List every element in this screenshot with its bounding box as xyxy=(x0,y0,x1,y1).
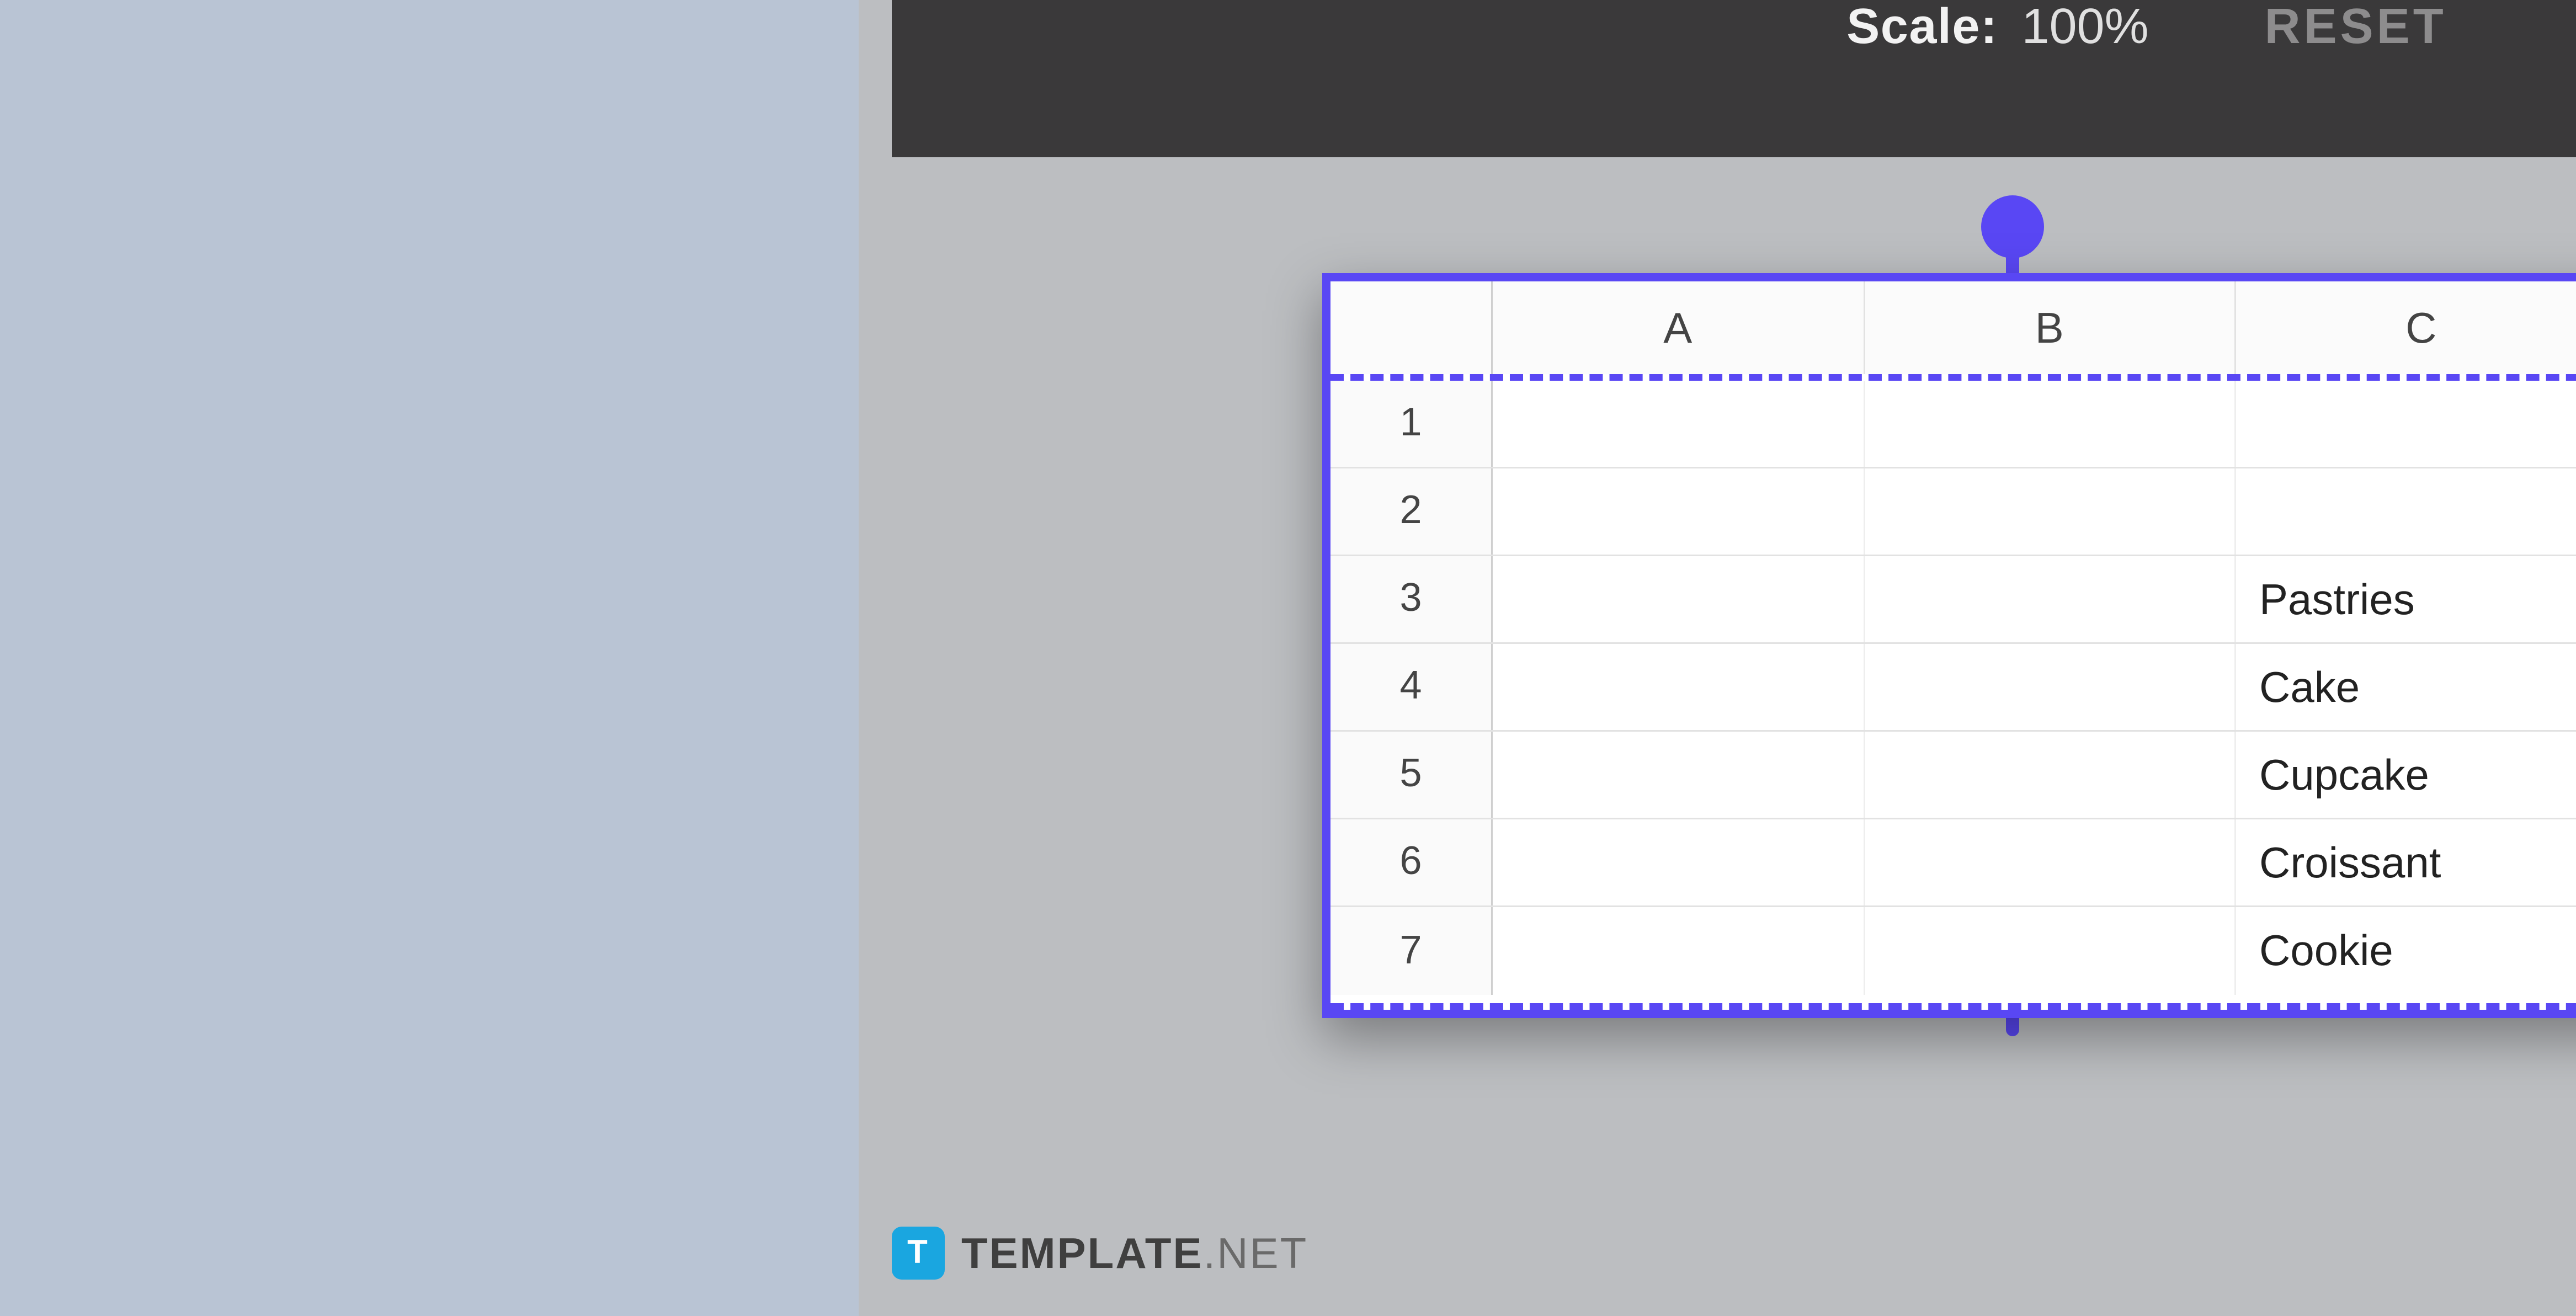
row-header[interactable]: 2 xyxy=(1330,468,1493,555)
cell-C7[interactable]: Cookie xyxy=(2236,907,2576,995)
table-row: 7 Cookie 1.5 xyxy=(1330,907,2576,995)
reset-button[interactable]: RESET xyxy=(2265,0,2447,56)
table-row: 2 xyxy=(1330,468,2576,556)
cell-C2[interactable] xyxy=(2236,468,2576,555)
cell-C6[interactable]: Croissant xyxy=(2236,819,2576,905)
spreadsheet[interactable]: A B C D 1 2 3 xyxy=(1322,273,2576,1018)
grid-body: 1 2 3 Pastries Price 4 xyxy=(1330,381,2576,995)
table-row: 6 Croissant 2 xyxy=(1330,819,2576,907)
scale-indicator: Scale: 100% xyxy=(1846,0,2148,56)
row-header[interactable]: 4 xyxy=(1330,644,1493,730)
table-row: 1 xyxy=(1330,381,2576,468)
row-header[interactable]: 7 xyxy=(1330,907,1493,995)
cell-A1[interactable] xyxy=(1493,381,1865,467)
column-split-handle[interactable] xyxy=(1981,195,2047,281)
watermark-badge-icon: T xyxy=(892,1227,945,1280)
row-header[interactable]: 3 xyxy=(1330,556,1493,642)
table-row: 4 Cake 1.3 xyxy=(1330,644,2576,732)
scale-value: 100% xyxy=(2021,0,2148,55)
cell-B7[interactable] xyxy=(1865,907,2237,995)
cell-C4[interactable]: Cake xyxy=(2236,644,2576,730)
cell-C5[interactable]: Cupcake xyxy=(2236,732,2576,818)
column-header-C[interactable]: C xyxy=(2236,281,2576,374)
cell-B2[interactable] xyxy=(1865,468,2237,555)
cell-C1[interactable] xyxy=(2236,381,2576,467)
watermark-bold: TEMPLATE xyxy=(961,1228,1204,1277)
watermark-light: .NET xyxy=(1204,1228,1308,1277)
column-header-row: A B C D xyxy=(1330,281,2576,381)
table-row: 3 Pastries Price xyxy=(1330,556,2576,644)
selection-border-bottom xyxy=(1330,1003,2576,1010)
corner-cell[interactable] xyxy=(1330,281,1493,374)
column-header-A[interactable]: A xyxy=(1493,281,1865,374)
row-header[interactable]: 5 xyxy=(1330,732,1493,818)
cell-A7[interactable] xyxy=(1493,907,1865,995)
page-root: Scale: 100% RESET A B C D 1 2 xyxy=(859,0,2576,1316)
cell-B3[interactable] xyxy=(1865,556,2237,642)
row-header[interactable]: 6 xyxy=(1330,819,1493,905)
scale-label: Scale: xyxy=(1846,0,1998,55)
cell-A2[interactable] xyxy=(1493,468,1865,555)
table-row: 5 Cupcake 2.5 xyxy=(1330,732,2576,819)
cell-B6[interactable] xyxy=(1865,819,2237,905)
cell-B1[interactable] xyxy=(1865,381,2237,467)
cell-A6[interactable] xyxy=(1493,819,1865,905)
toolbar: Scale: 100% RESET xyxy=(892,0,2576,157)
cell-C3[interactable]: Pastries xyxy=(2236,556,2576,642)
watermark: T TEMPLATE.NET xyxy=(892,1227,1308,1280)
cell-A4[interactable] xyxy=(1493,644,1865,730)
column-header-B[interactable]: B xyxy=(1865,281,2237,374)
watermark-text: TEMPLATE.NET xyxy=(961,1228,1308,1279)
row-header[interactable]: 1 xyxy=(1330,381,1493,467)
cell-A3[interactable] xyxy=(1493,556,1865,642)
cell-B4[interactable] xyxy=(1865,644,2237,730)
cell-B5[interactable] xyxy=(1865,732,2237,818)
cell-A5[interactable] xyxy=(1493,732,1865,818)
